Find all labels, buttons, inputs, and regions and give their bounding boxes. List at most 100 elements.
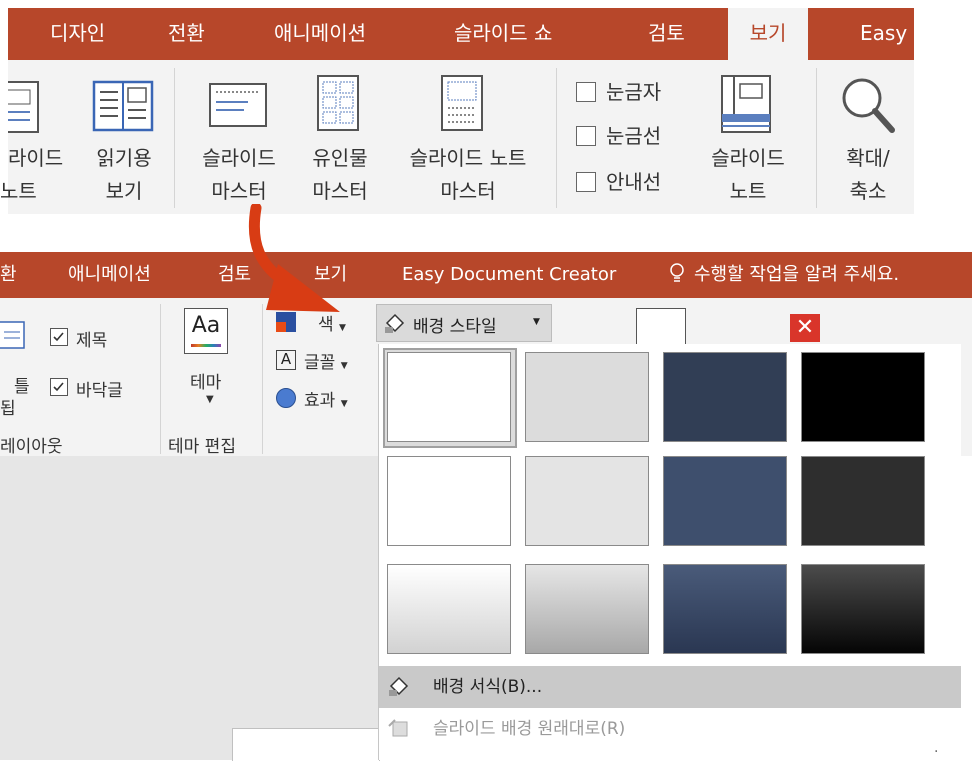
group-divider xyxy=(262,304,263,454)
tab-transitions[interactable]: 전환 xyxy=(168,8,205,60)
effects-label: 효과 xyxy=(304,391,336,411)
background-swatch[interactable] xyxy=(663,352,787,442)
background-swatch[interactable] xyxy=(387,456,511,546)
background-swatch[interactable] xyxy=(801,456,925,546)
group-divider xyxy=(174,68,175,208)
background-swatch[interactable] xyxy=(801,564,925,654)
colors-dropdown-icon: ▼ xyxy=(339,323,346,333)
tab-view[interactable]: 보기 xyxy=(728,8,808,60)
notes-page-icon xyxy=(8,81,39,133)
background-swatch[interactable] xyxy=(801,352,925,442)
reset-background-menu-item[interactable]: 슬라이드 배경 원래대로(R) xyxy=(379,708,961,750)
guides-label: 안내선 xyxy=(606,170,662,194)
background-swatch[interactable] xyxy=(663,564,787,654)
gridlines-label: 눈금선 xyxy=(606,124,662,148)
tab-animations[interactable]: 애니메이션 xyxy=(274,8,366,60)
tab-slideshow[interactable]: 슬라이드 쇼 xyxy=(454,8,552,60)
notes-master-icon xyxy=(441,75,483,131)
footer-checkbox-label: 바닥글 xyxy=(76,381,123,401)
zoom-label-2: 축소 xyxy=(849,179,887,203)
overflow-dots: . xyxy=(934,740,939,756)
theme-dropdown-arrow-icon[interactable]: ▼ xyxy=(206,394,214,405)
tell-me-search[interactable]: 수행할 작업을 알려 주세요. xyxy=(694,252,899,298)
notes-label-2: 노트 xyxy=(729,179,767,203)
reading-view-label-2: 보기 xyxy=(105,179,143,203)
format-background-label: 배경 서식(B)... xyxy=(433,677,543,697)
theme-icon: Aa xyxy=(184,308,228,354)
guides-checkbox[interactable] xyxy=(576,172,596,192)
reset-background-label: 슬라이드 배경 원래대로(R) xyxy=(433,719,626,739)
layout-partial-label-2: 됩 xyxy=(0,399,16,419)
gridlines-checkbox[interactable] xyxy=(576,126,596,146)
tab-easy-document-creator[interactable]: Easy Document Creator xyxy=(402,252,616,298)
fonts-dropdown-icon: ▼ xyxy=(340,361,348,371)
slide-size-icon[interactable] xyxy=(636,308,686,348)
notes-master-button[interactable]: 슬라이드 노트 마스터 xyxy=(388,142,548,208)
theme-group-label: 테마 편집 xyxy=(168,437,236,457)
fonts-icon: A xyxy=(276,350,296,370)
title-checkbox[interactable] xyxy=(50,328,68,346)
tab-animations[interactable]: 애니메이션 xyxy=(68,252,151,298)
tab-review[interactable]: 검토 xyxy=(648,8,685,60)
theme-button[interactable]: 테마 xyxy=(190,368,221,393)
reading-view-button[interactable]: 읽기용 보기 xyxy=(84,142,164,208)
reset-background-icon xyxy=(388,719,408,737)
handout-master-button[interactable]: 유인물 마스터 xyxy=(298,142,382,208)
notes-button[interactable]: 슬라이드 노트 xyxy=(698,142,798,208)
background-swatch[interactable] xyxy=(663,456,787,546)
background-styles-label: 배경 스타일 xyxy=(413,317,497,337)
effects-dropdown-icon: ▼ xyxy=(340,399,348,409)
slide-master-icon xyxy=(209,83,267,127)
background-swatch[interactable] xyxy=(525,352,649,442)
effects-button[interactable]: 효과 ▼ xyxy=(304,386,348,411)
ruler-checkbox[interactable] xyxy=(576,82,596,102)
handout-master-icon xyxy=(317,75,359,131)
magnifier-icon xyxy=(842,78,895,133)
top-ribbon: 라이드 노트 읽기용 보기 슬라이드 마스터 유인물 마스터 슬라이드 노트 마… xyxy=(0,60,914,214)
tab-easy[interactable]: Easy xyxy=(860,8,907,60)
annotation-arrow-icon xyxy=(248,204,340,312)
close-master-view-icon[interactable]: ✕ xyxy=(790,314,820,342)
group-divider xyxy=(816,68,817,208)
reading-view-label-1: 읽기용 xyxy=(96,146,152,170)
notes-page-button[interactable]: 라이드 노트 xyxy=(0,142,64,208)
background-swatch[interactable] xyxy=(525,564,649,654)
background-swatch[interactable] xyxy=(525,456,649,546)
format-background-menu-item[interactable]: 배경 서식(B)... xyxy=(379,666,961,708)
notes-label-1: 슬라이드 xyxy=(711,146,785,170)
layout-group-label: 레이아웃 xyxy=(0,437,63,457)
notes-page-label-2: 노트 xyxy=(0,179,37,203)
group-divider xyxy=(556,68,557,208)
footer-checkbox[interactable] xyxy=(50,378,68,396)
group-divider xyxy=(160,304,161,454)
bottom-tab-bar: 환 애니메이션 검토 보기 Easy Document Creator 수행할 … xyxy=(0,252,972,298)
background-styles-gallery: 배경 서식(B)... 슬라이드 배경 원래대로(R) xyxy=(378,344,961,760)
slide-master-label-1: 슬라이드 xyxy=(202,146,276,170)
effects-icon xyxy=(276,388,296,408)
notes-page-label-1: 라이드 xyxy=(8,146,64,170)
zoom-button[interactable]: 확대/ 축소 xyxy=(828,142,908,208)
slide-master-button[interactable]: 슬라이드 마스터 xyxy=(186,142,292,208)
format-background-icon xyxy=(389,676,409,696)
paint-bucket-icon xyxy=(385,313,405,333)
notes-master-label-1: 슬라이드 노트 xyxy=(409,146,527,170)
background-swatch[interactable] xyxy=(387,564,511,654)
top-tab-bar: 디자인 전환 애니메이션 슬라이드 쇼 검토 보기 Easy xyxy=(8,8,914,60)
fonts-button[interactable]: 글꼴 ▼ xyxy=(304,348,348,373)
background-styles-button[interactable]: 배경 스타일 ▼ xyxy=(376,304,552,342)
layout-icon xyxy=(0,321,25,349)
background-styles-dropdown-icon: ▼ xyxy=(533,317,540,327)
lightbulb-icon xyxy=(668,252,686,298)
workspace xyxy=(0,456,378,760)
layout-partial-label: 틀 xyxy=(14,377,30,397)
zoom-label-1: 확대/ xyxy=(846,146,890,170)
fonts-label: 글꼴 xyxy=(304,353,336,373)
handout-master-label-1: 유인물 xyxy=(312,146,368,170)
slide-canvas-edge xyxy=(232,728,380,761)
ruler-label: 눈금자 xyxy=(606,80,662,104)
tab-transitions-partial[interactable]: 환 xyxy=(0,252,17,298)
background-swatch[interactable] xyxy=(387,352,511,442)
notes-pane-icon xyxy=(721,75,771,133)
tab-design[interactable]: 디자인 xyxy=(50,8,105,60)
title-checkbox-label: 제목 xyxy=(76,331,108,351)
